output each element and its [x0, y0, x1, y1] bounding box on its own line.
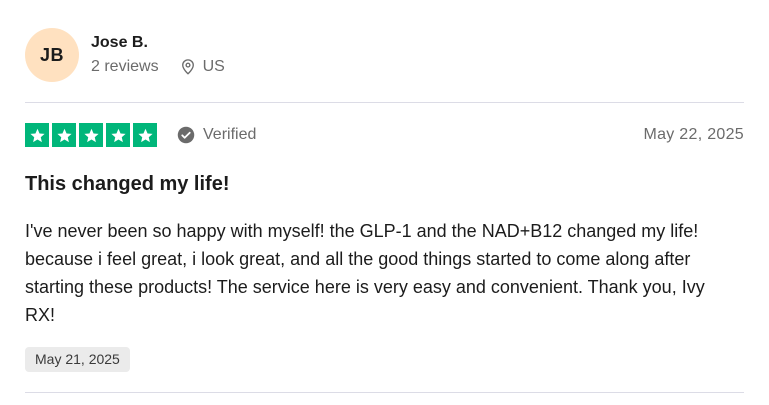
star-icon [133, 123, 157, 147]
divider [25, 102, 744, 103]
reviews-count: 2 reviews [91, 58, 159, 75]
check-circle-icon [177, 126, 195, 144]
review-title[interactable]: This changed my life! [25, 171, 229, 197]
country-code: US [202, 58, 225, 75]
star-icon [79, 123, 103, 147]
reviewer-location: US [179, 57, 225, 77]
star-icon [52, 123, 76, 147]
reviewer-name[interactable]: Jose B. [91, 33, 225, 53]
review-card: JB Jose B. 2 reviews US Verified May 22,… [25, 0, 744, 405]
rating-row: Verified May 22, 2025 [25, 122, 744, 148]
reviewer-stats: 2 reviews US [91, 57, 225, 77]
date-of-experience-badge: May 21, 2025 [25, 347, 130, 372]
star-rating [25, 123, 157, 147]
divider [25, 392, 744, 393]
reviewer-meta: Jose B. 2 reviews US [91, 33, 225, 77]
verified-badge[interactable]: Verified [177, 126, 256, 144]
star-icon [106, 123, 130, 147]
avatar[interactable]: JB [25, 28, 79, 82]
review-date: May 22, 2025 [643, 126, 744, 143]
verified-label: Verified [203, 126, 257, 143]
reviewer-header: JB Jose B. 2 reviews US [25, 27, 225, 83]
star-icon [25, 123, 49, 147]
review-body: I've never been so happy with myself! th… [25, 221, 705, 325]
map-pin-icon [181, 59, 194, 75]
